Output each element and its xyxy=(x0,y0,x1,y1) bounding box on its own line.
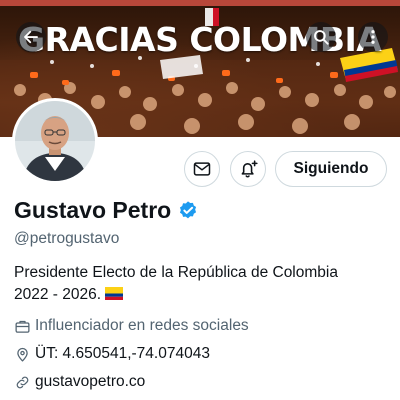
profile-website-link[interactable]: gustavopetro.co xyxy=(35,373,145,391)
location-pin-icon xyxy=(17,347,28,362)
profile-category-row: Influenciador en redes sociales xyxy=(14,317,249,335)
avatar-photo xyxy=(15,101,95,181)
back-button[interactable] xyxy=(16,22,46,52)
arrow-left-icon xyxy=(24,30,38,44)
briefcase-icon xyxy=(15,320,30,333)
search-icon xyxy=(314,30,329,45)
profile-location-row: ÜT: 4.650541,-74.074043 xyxy=(14,345,210,363)
search-button[interactable] xyxy=(306,22,336,52)
mail-icon xyxy=(193,162,211,176)
name-row: Gustavo Petro xyxy=(14,197,199,224)
bio-line-2-wrap: 2022 - 2026. xyxy=(14,284,394,306)
profile-category: Influenciador en redes sociales xyxy=(35,317,249,334)
bell-plus-icon xyxy=(241,159,258,178)
more-vertical-icon xyxy=(371,30,375,44)
notifications-button[interactable] xyxy=(230,151,266,187)
bio-line-2: 2022 - 2026. xyxy=(14,286,102,303)
display-name: Gustavo Petro xyxy=(14,197,172,223)
more-options-button[interactable] xyxy=(358,22,388,52)
colombia-flag-icon xyxy=(105,287,124,300)
banner-title-text: GRACIAS COLOMBIA xyxy=(18,20,382,59)
profile-avatar[interactable] xyxy=(12,98,98,184)
profile-location: ÜT: 4.650541,-74.074043 xyxy=(35,345,210,362)
link-icon xyxy=(16,376,29,388)
bio-line-1: Presidente Electo de la República de Col… xyxy=(14,264,338,281)
profile-bio: Presidente Electo de la República de Col… xyxy=(14,262,394,306)
user-handle: @petrogustavo xyxy=(14,230,120,247)
following-button[interactable]: Siguiendo xyxy=(275,151,387,187)
profile-website-row[interactable]: gustavopetro.co xyxy=(14,373,145,391)
message-button[interactable] xyxy=(184,151,220,187)
verified-badge-icon xyxy=(180,200,197,218)
